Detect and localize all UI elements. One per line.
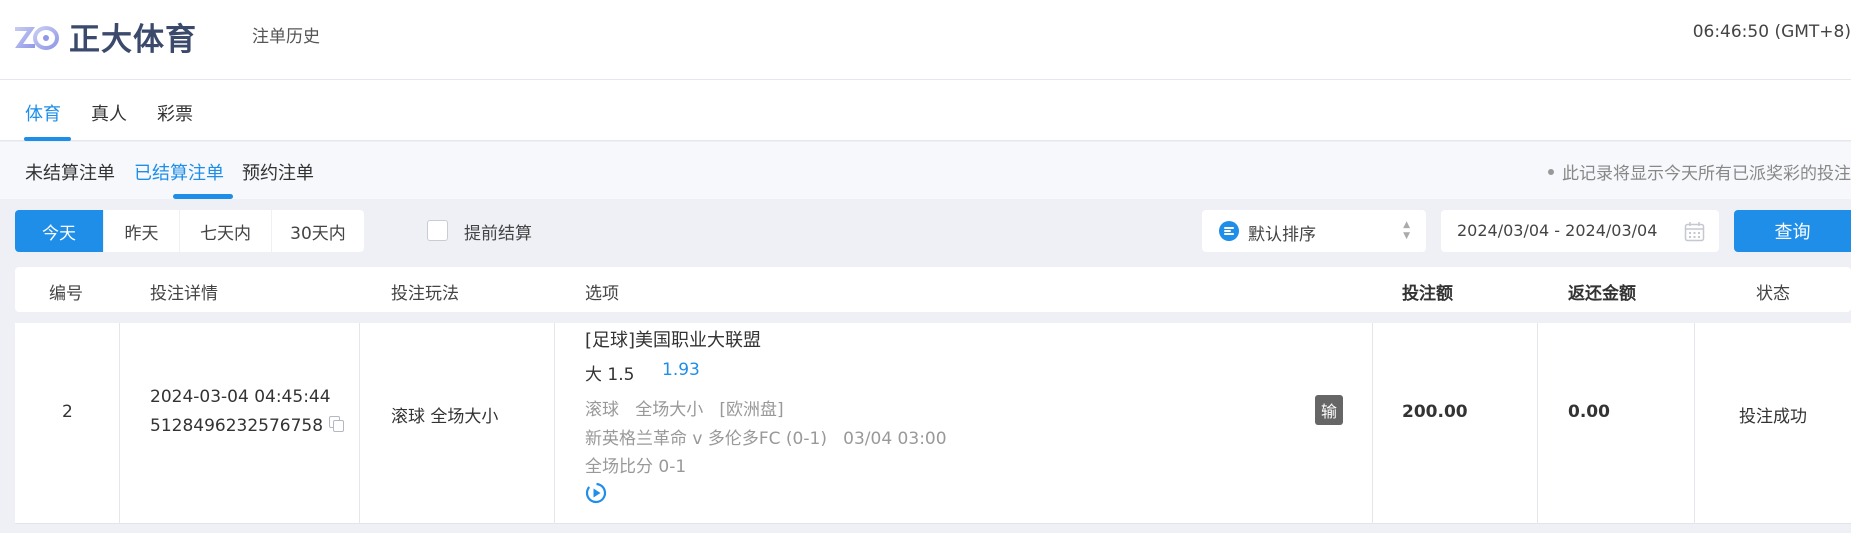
date-range-group: 今天 昨天 七天内 30天内 (15, 210, 364, 252)
sort-icon (1219, 221, 1239, 241)
range-30days-button[interactable]: 30天内 (272, 210, 364, 252)
date-range-value: 2024/03/04 - 2024/03/04 (1457, 221, 1658, 240)
match-info: 新英格兰革命 v 多伦多FC (0-1) 03/04 03:00 (585, 429, 947, 449)
col-bet-details: 投注详情 (150, 284, 218, 304)
range-today-button[interactable]: 今天 (15, 210, 104, 252)
date-range-picker[interactable]: 2024/03/04 - 2024/03/04 (1441, 210, 1719, 252)
tab-live-casino[interactable]: 真人 (91, 100, 127, 126)
result-badge: 输 (1315, 395, 1343, 425)
range-yesterday-button[interactable]: 昨天 (104, 210, 180, 252)
col-number: 编号 (49, 284, 83, 304)
brand-logo[interactable]: 正大体育 (13, 14, 197, 59)
bet-odds: 1.93 (662, 360, 700, 380)
settled-notice: 此记录将显示今天所有已派奖彩的投注 (1548, 159, 1851, 184)
select-arrows-icon: ▲ ▼ (1403, 220, 1410, 241)
ticket-number: 5128496232576758 (150, 416, 324, 436)
tab-unsettled[interactable]: 未结算注单 (25, 159, 115, 185)
replay-play-icon[interactable] (585, 482, 607, 504)
col-status: 状态 (1756, 284, 1790, 304)
ticket-id: 5128496232576758 (150, 416, 345, 436)
clock: 06:46:50 (GMT+8) (1692, 22, 1851, 42)
col-stake: 投注额 (1402, 284, 1453, 304)
top-header: 正大体育 注单历史 06:46:50 (GMT+8) (0, 0, 1851, 80)
table-header: 编号 投注详情 投注玩法 选项 投注额 返还金额 状态 (15, 267, 1851, 312)
tab-reserved[interactable]: 预约注单 (242, 159, 314, 185)
zd-logo-icon (15, 25, 59, 50)
active-bet-tab-indicator (173, 194, 233, 199)
brand-name: 正大体育 (69, 22, 197, 58)
copy-icon[interactable] (329, 416, 345, 432)
league-name: [足球]美国职业大联盟 (585, 330, 762, 351)
bet-status-tabs: 未结算注单 已结算注单 预约注单 此记录将显示今天所有已派奖彩的投注 (0, 142, 1851, 199)
notice-text: 此记录将显示今天所有已派奖彩的投注 (1562, 164, 1851, 184)
early-settle-checkbox[interactable] (427, 220, 448, 241)
active-tab-indicator (24, 137, 71, 141)
tab-sports[interactable]: 体育 (25, 100, 61, 126)
sort-label: 默认排序 (1248, 225, 1316, 245)
market-info: 滚球 全场大小 [欧洲盘] (585, 400, 784, 420)
stake-amount: 200.00 (1402, 402, 1468, 422)
tab-lottery[interactable]: 彩票 (157, 100, 193, 126)
early-settle-label[interactable]: 提前结算 (464, 219, 532, 244)
bet-history-link[interactable]: 注单历史 (252, 22, 320, 47)
calendar-icon (1684, 222, 1705, 242)
table-row: 2 2024-03-04 04:45:44 5128496232576758 滚… (15, 323, 1851, 524)
tab-settled[interactable]: 已结算注单 (134, 159, 224, 185)
bet-number: 2 (62, 402, 73, 422)
bet-time: 2024-03-04 04:45:44 (150, 387, 331, 407)
final-score: 全场比分 0-1 (585, 457, 687, 477)
col-selection: 选项 (585, 284, 619, 304)
returned-amount: 0.00 (1568, 402, 1610, 422)
bet-play-type: 滚球 全场大小 (391, 407, 499, 427)
col-bet-type: 投注玩法 (391, 284, 459, 304)
bullet-icon (1548, 169, 1554, 175)
sort-select[interactable]: 默认排序 ▲ ▼ (1202, 210, 1426, 252)
bet-selection: 大 1.5 (585, 365, 635, 385)
query-button[interactable]: 查询 (1734, 210, 1851, 252)
bet-status: 投注成功 (1739, 407, 1807, 427)
col-returned: 返还金额 (1568, 284, 1636, 304)
product-tabs: 体育 真人 彩票 (0, 80, 1851, 141)
range-7days-button[interactable]: 七天内 (180, 210, 272, 252)
